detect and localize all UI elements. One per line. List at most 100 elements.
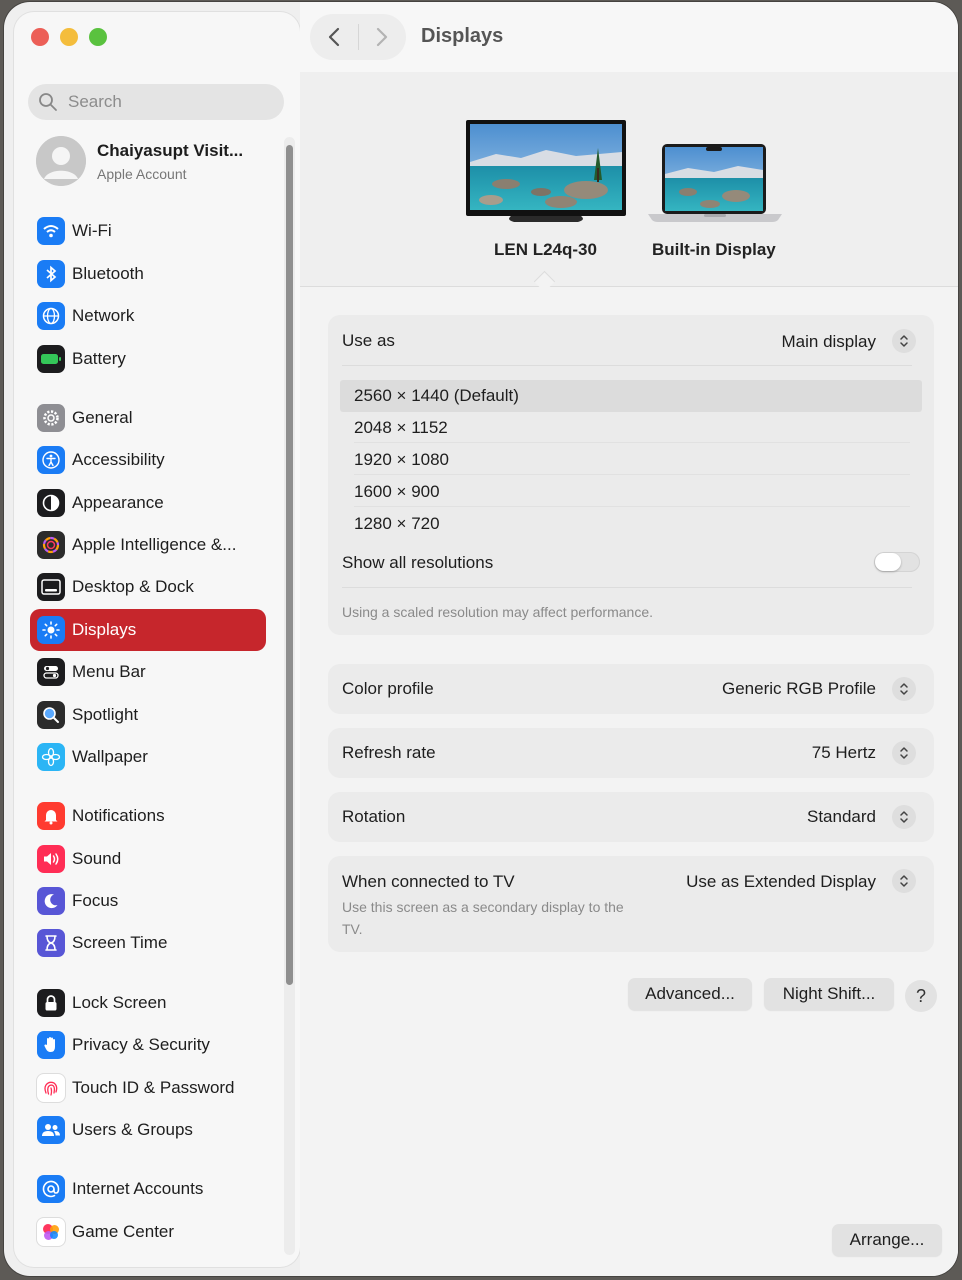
- close-window-button[interactable]: [31, 28, 49, 46]
- tv-popup-button[interactable]: [892, 869, 916, 893]
- arrange-button[interactable]: Arrange...: [832, 1224, 942, 1256]
- sidebar-scroll-thumb[interactable]: [286, 145, 293, 985]
- advanced-button[interactable]: Advanced...: [628, 978, 752, 1010]
- window-controls: [31, 28, 107, 46]
- gear-icon: [37, 404, 65, 432]
- sidebar-item-label: Wi-Fi: [72, 221, 112, 240]
- sidebar-item-label: Sound: [72, 849, 122, 868]
- sidebar-item-screen-time[interactable]: Screen Time: [30, 922, 266, 964]
- sidebar-item-notifications[interactable]: Notifications: [30, 795, 266, 837]
- color-profile-value[interactable]: Generic RGB Profile: [722, 679, 876, 699]
- refresh-rate-label: Refresh rate: [342, 743, 436, 762]
- sidebar-item-battery[interactable]: Battery: [30, 338, 266, 380]
- sidebar-item-accessibility[interactable]: Accessibility: [30, 439, 266, 481]
- rotation-value[interactable]: Standard: [807, 807, 876, 827]
- sidebar-item-network[interactable]: Network: [30, 295, 266, 337]
- sidebar-item-focus[interactable]: Focus: [30, 880, 266, 922]
- sidebar-item-label: Screen Time: [72, 933, 168, 952]
- tv-label: When connected to TV: [342, 872, 515, 891]
- sidebar-item-label: Desktop & Dock: [72, 577, 194, 596]
- sidebar-item-wallpaper[interactable]: Wallpaper: [30, 736, 266, 778]
- moon-icon: [37, 887, 65, 915]
- resolution-option[interactable]: 2048 × 1152: [340, 412, 922, 444]
- tv-value[interactable]: Use as Extended Display: [686, 872, 876, 892]
- sidebar-item-game-center[interactable]: Game Center: [30, 1211, 266, 1253]
- globe-icon: [37, 302, 65, 330]
- rotation-card: Rotation Standard: [328, 792, 934, 842]
- refresh-rate-card: Refresh rate 75 Hertz: [328, 728, 934, 778]
- search-icon: [39, 93, 57, 111]
- minimize-window-button[interactable]: [60, 28, 78, 46]
- resolution-option[interactable]: 1920 × 1080: [340, 444, 922, 476]
- toolbar: Displays: [300, 2, 958, 72]
- account-subtitle: Apple Account: [97, 165, 187, 182]
- rotation-popup-button[interactable]: [892, 805, 916, 829]
- zoom-window-button[interactable]: [89, 28, 107, 46]
- sidebar: Chaiyasupt Visit... Apple Account Wi-Fi …: [14, 12, 300, 1267]
- sidebar-item-label: Notifications: [72, 806, 165, 825]
- apple-account[interactable]: Chaiyasupt Visit... Apple Account: [36, 136, 243, 186]
- sidebar-item-touch-id[interactable]: Touch ID & Password: [30, 1067, 266, 1109]
- use-as-popup-button[interactable]: [892, 329, 916, 353]
- color-profile-popup-button[interactable]: [892, 677, 916, 701]
- show-all-resolutions-label: Show all resolutions: [342, 553, 494, 572]
- sidebar-item-bluetooth[interactable]: Bluetooth: [30, 253, 266, 295]
- use-as-label: Use as: [342, 331, 395, 350]
- tv-card: When connected to TV Use this screen as …: [328, 856, 934, 952]
- sidebar-item-users-groups[interactable]: Users & Groups: [30, 1109, 266, 1151]
- sidebar-item-label: Internet Accounts: [72, 1179, 204, 1198]
- sidebar-item-appearance[interactable]: Appearance: [30, 482, 266, 524]
- bluetooth-icon: [37, 260, 65, 288]
- sidebar-scrollbar[interactable]: [284, 137, 295, 1255]
- use-as-value[interactable]: Main display: [782, 332, 877, 352]
- divider: [342, 587, 912, 588]
- toggle-knob: [875, 553, 901, 571]
- settings-window: Chaiyasupt Visit... Apple Account Wi-Fi …: [4, 2, 958, 1276]
- sidebar-item-internet-accounts[interactable]: Internet Accounts: [30, 1168, 266, 1210]
- game-center-icon: [37, 1218, 65, 1246]
- sidebar-item-wifi[interactable]: Wi-Fi: [30, 210, 266, 252]
- sidebar-item-label: Bluetooth: [72, 264, 144, 283]
- sidebar-item-spotlight[interactable]: Spotlight: [30, 694, 266, 736]
- apple-intelligence-icon: [37, 531, 65, 559]
- search-input[interactable]: [66, 91, 270, 113]
- sidebar-item-lock-screen[interactable]: Lock Screen: [30, 982, 266, 1024]
- spotlight-icon: [37, 701, 65, 729]
- sidebar-item-label: Wallpaper: [72, 747, 148, 766]
- sidebar-item-desktop-dock[interactable]: Desktop & Dock: [30, 566, 266, 608]
- resolution-option[interactable]: 1280 × 720: [340, 508, 922, 540]
- builtin-display-thumbnail[interactable]: [648, 144, 782, 229]
- sidebar-item-displays[interactable]: Displays: [30, 609, 266, 651]
- show-all-resolutions-toggle[interactable]: [874, 552, 920, 572]
- sidebar-item-menu-bar[interactable]: Menu Bar: [30, 651, 266, 693]
- help-button[interactable]: ?: [905, 980, 937, 1012]
- sidebar-item-sound[interactable]: Sound: [30, 838, 266, 880]
- external-monitor-thumbnail[interactable]: [466, 120, 630, 231]
- search-field[interactable]: [28, 84, 284, 120]
- sidebar-item-label: Apple Intelligence &...: [72, 535, 237, 554]
- sidebar-item-general[interactable]: General: [30, 397, 266, 439]
- resolution-option[interactable]: 1600 × 900: [340, 476, 922, 508]
- back-button[interactable]: [310, 14, 358, 60]
- rotation-label: Rotation: [342, 807, 406, 826]
- dock-icon: [37, 573, 65, 601]
- refresh-rate-popup-button[interactable]: [892, 741, 916, 765]
- sidebar-item-label: Privacy & Security: [72, 1035, 210, 1054]
- person-icon: [36, 136, 86, 186]
- hourglass-icon: [37, 929, 65, 957]
- sidebar-item-apple-intelligence[interactable]: Apple Intelligence &...: [30, 524, 266, 566]
- refresh-rate-value[interactable]: 75 Hertz: [812, 743, 876, 763]
- resolution-option-selected[interactable]: 2560 × 1440 (Default): [340, 380, 922, 412]
- battery-icon: [37, 345, 65, 373]
- night-shift-button[interactable]: Night Shift...: [764, 978, 894, 1010]
- page-title: Displays: [421, 25, 504, 47]
- chevron-left-icon: [328, 27, 339, 47]
- sidebar-item-privacy-security[interactable]: Privacy & Security: [30, 1024, 266, 1066]
- sidebar-item-label: Game Center: [72, 1222, 175, 1241]
- tv-description: Use this screen as a secondary display t…: [342, 899, 624, 937]
- resolution-card: Use as Main display 2560 × 1440 (Default…: [328, 315, 934, 635]
- account-name: Chaiyasupt Visit...: [97, 140, 244, 160]
- forward-button[interactable]: [358, 14, 406, 60]
- chevron-up-down-icon: [900, 747, 908, 759]
- laptop-icon: [648, 144, 782, 222]
